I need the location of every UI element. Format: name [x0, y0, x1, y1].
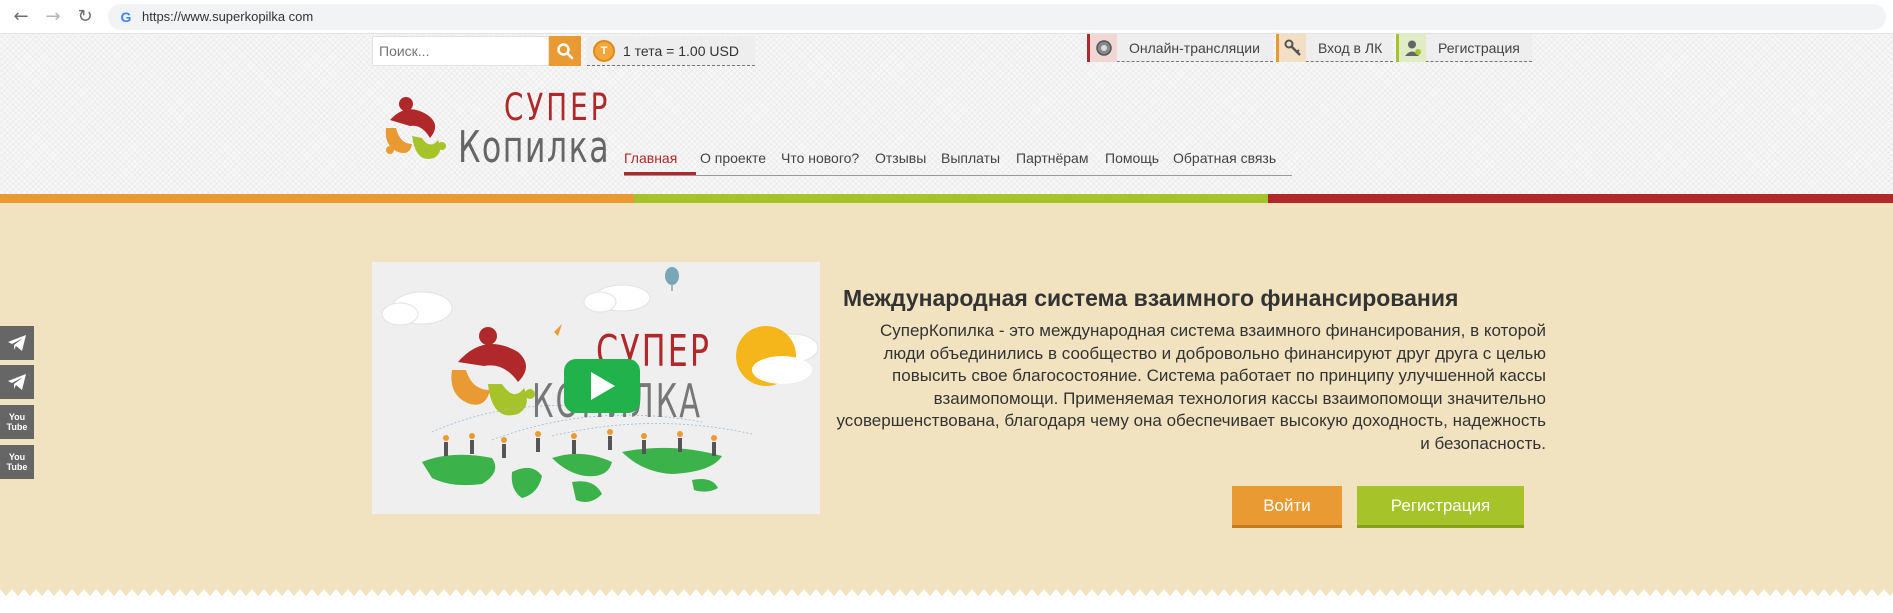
url-text[interactable]: https://www.superkopilka com: [142, 9, 313, 25]
menu-item-reviews[interactable]: Отзывы: [875, 150, 926, 166]
google-icon: G: [120, 9, 132, 25]
menu-item-about[interactable]: О проекте: [700, 150, 766, 166]
youtube-button-1[interactable]: You Tube: [0, 405, 34, 439]
logo-text-kopilka: Копилка: [458, 122, 611, 173]
user-add-icon: [1396, 34, 1426, 62]
zigzag-border: [0, 589, 1893, 613]
forward-arrow-icon[interactable]: →: [42, 6, 64, 28]
top-link-label: Онлайн-трансляции: [1129, 40, 1260, 56]
login-cabinet-link[interactable]: Вход в ЛК: [1276, 34, 1393, 62]
color-stripe-orange: [0, 194, 634, 203]
site-logo[interactable]: СУПЕР Копилка: [380, 82, 610, 197]
address-bar[interactable]: G https://www.superkopilka com: [108, 4, 1886, 30]
key-icon: [1276, 34, 1306, 62]
youtube-icon: You Tube: [6, 412, 28, 432]
search-icon: [557, 43, 574, 60]
reload-icon[interactable]: ↻: [74, 6, 96, 28]
logo-mark-icon: [385, 97, 446, 160]
top-link-label: Вход в ЛК: [1318, 40, 1383, 56]
telegram-button-1[interactable]: [0, 326, 34, 360]
telegram-button-2[interactable]: [0, 365, 34, 399]
registration-link[interactable]: Регистрация: [1396, 34, 1532, 62]
top-link-label: Регистрация: [1438, 40, 1520, 56]
coin-icon: T: [593, 40, 615, 62]
youtube-button-2[interactable]: You Tube: [0, 445, 34, 479]
back-arrow-icon[interactable]: ←: [10, 6, 32, 28]
video-play-button[interactable]: [564, 359, 640, 413]
hero-description: СуперКопилка - это международная система…: [836, 321, 1546, 453]
search-field[interactable]: [372, 36, 549, 66]
menu-item-payouts[interactable]: Выплаты: [941, 150, 1000, 166]
menu-item-whats-new[interactable]: Что нового?: [781, 150, 859, 166]
menu-item-home[interactable]: Главная: [624, 150, 677, 166]
site-header: T 1 тета = 1.00 USD Онлайн-трансляции Вх…: [0, 34, 1893, 194]
telegram-icon: [8, 374, 26, 390]
currency-rate: T 1 тета = 1.00 USD: [587, 36, 755, 66]
menu-item-partners[interactable]: Партнёрам: [1016, 150, 1088, 166]
browser-toolbar: ← → ↻ G https://www.superkopilka com: [0, 0, 1893, 34]
register-button[interactable]: Регистрация: [1357, 486, 1524, 528]
telegram-icon: [8, 335, 26, 351]
color-stripe-green: [634, 194, 1268, 203]
menu-item-help[interactable]: Помощь: [1105, 150, 1159, 166]
play-icon: [591, 372, 615, 400]
youtube-icon: You Tube: [6, 452, 28, 472]
online-broadcasts-link[interactable]: Онлайн-трансляции: [1087, 34, 1273, 62]
main-menu: Главная О проекте Что нового? Отзывы Вып…: [624, 140, 1292, 176]
rate-text: 1 тета = 1.00 USD: [623, 43, 739, 59]
hero-title: Международная система взаимного финансир…: [843, 285, 1459, 311]
broadcast-icon: [1087, 34, 1117, 62]
active-menu-underline: [624, 172, 696, 175]
menu-item-feedback[interactable]: Обратная связь: [1173, 150, 1276, 166]
search-input[interactable]: [373, 37, 549, 65]
color-stripe-red: [1268, 194, 1893, 203]
search-button[interactable]: [549, 36, 581, 66]
login-button[interactable]: Войти: [1232, 486, 1342, 528]
